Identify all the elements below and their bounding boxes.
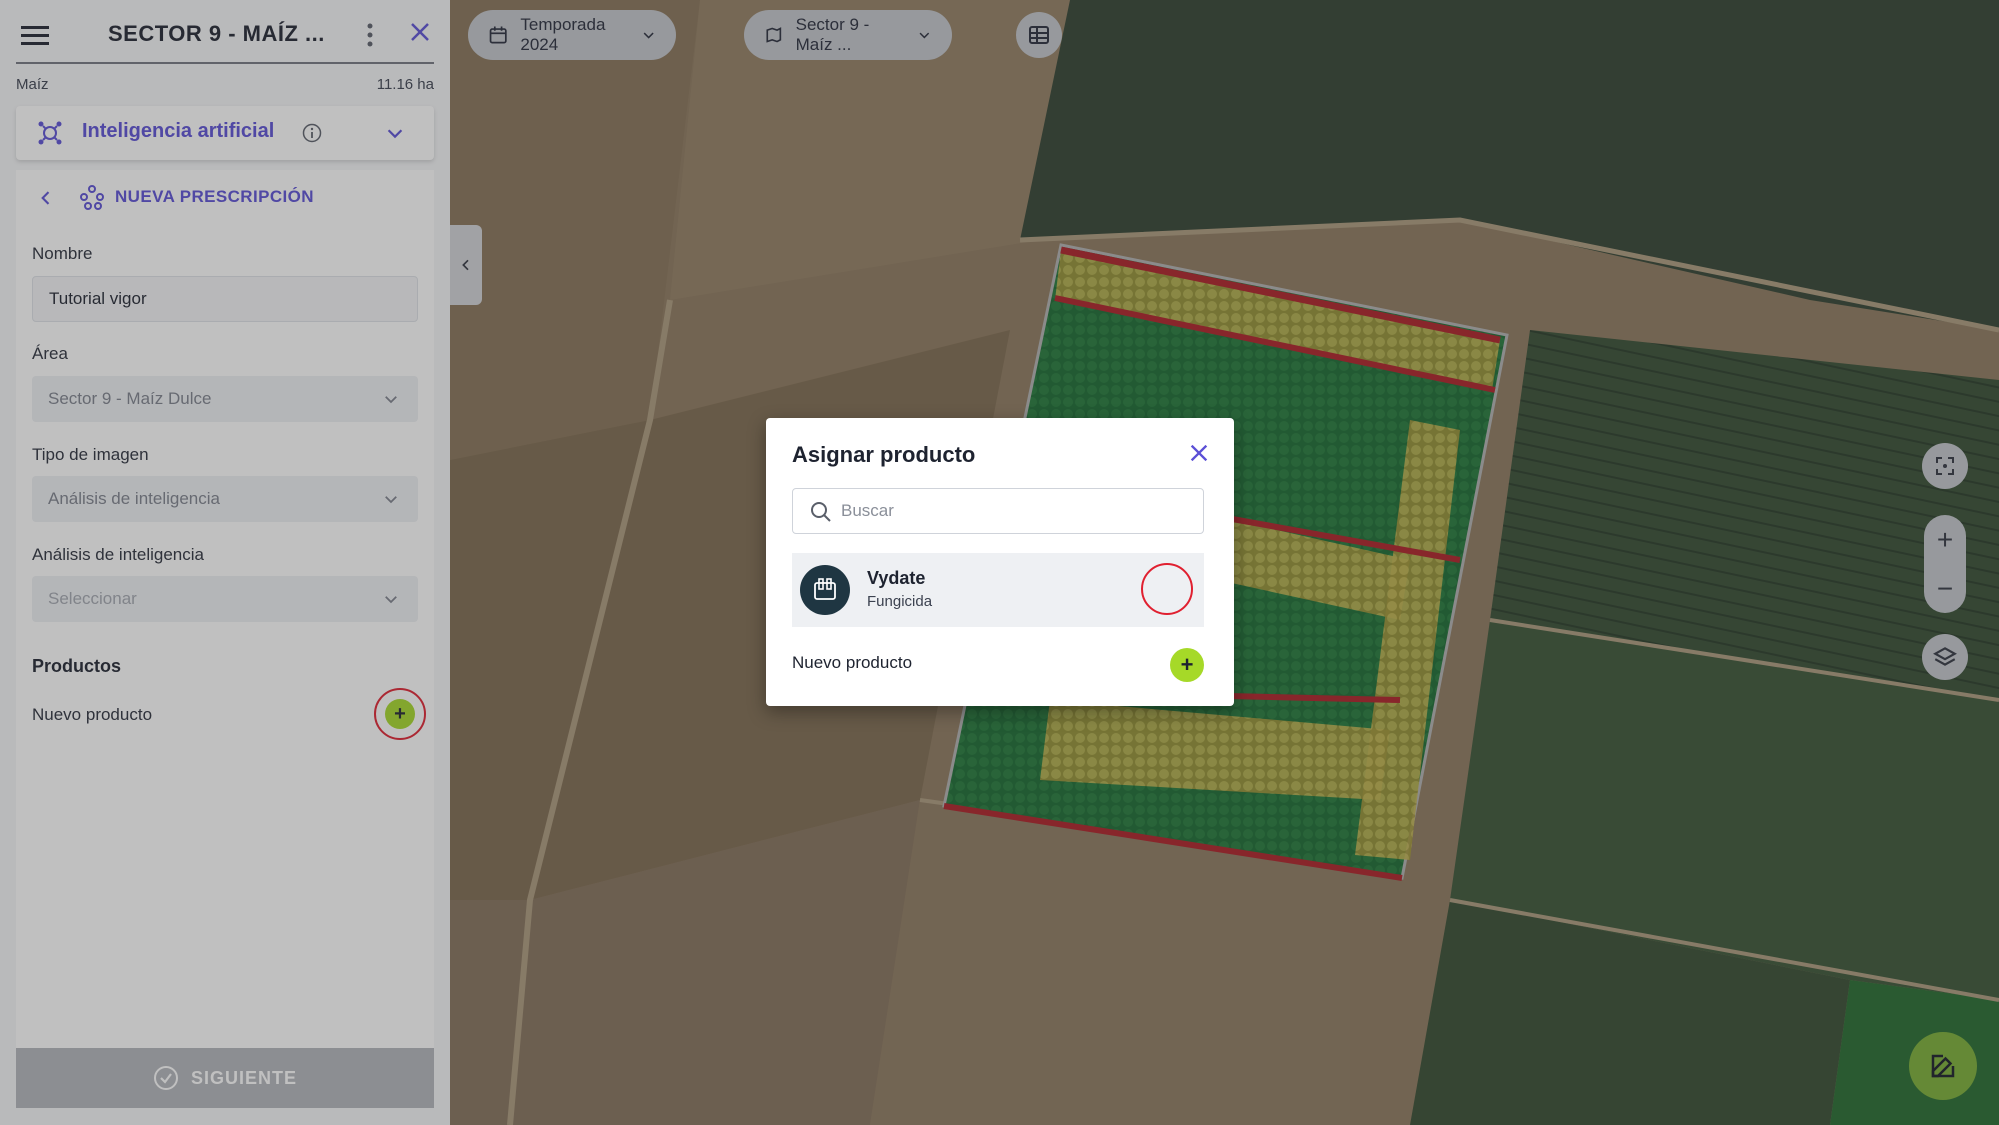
sector-label: Sector 9 - Maíz ... [795,15,870,54]
product-select-radio[interactable] [1141,563,1193,615]
edit-icon [1931,1054,1955,1078]
search-field[interactable] [792,488,1204,534]
layers-button[interactable] [1922,634,1968,680]
zoom-out-icon[interactable]: − [1937,574,1953,603]
edit-fab-button[interactable] [1909,1032,1977,1100]
table-icon [1029,26,1049,44]
chevron-left-icon [462,259,469,271]
chevron-down-icon [643,32,654,39]
collapse-sidebar-button[interactable] [450,225,482,305]
new-product-label: Nuevo producto [792,653,913,672]
product-type: Fungicida [867,593,933,610]
sector-selector[interactable]: Sector 9 - Maíz ... [744,10,952,60]
calendar-icon [489,26,507,44]
assign-product-dialog: Asignar producto Vydate Fungicida Nuevo … [766,418,1234,706]
zoom-in-icon[interactable]: + [1937,525,1953,554]
season-label: Temporada 2024 [520,15,606,54]
close-icon[interactable] [1188,442,1210,464]
sidebar-overlay [0,0,450,1125]
product-icon [814,578,836,600]
product-avatar [800,565,850,615]
zoom-controls: + − [1924,515,1966,613]
recenter-icon [1936,457,1954,475]
table-view-button[interactable] [1016,12,1062,58]
plus-icon: + [1180,652,1194,677]
chevron-down-icon [919,32,930,39]
season-selector[interactable]: Temporada 2024 [468,10,676,60]
field-map-icon [766,27,782,43]
product-name: Vydate [867,568,926,588]
new-product-add-button[interactable]: + [1170,648,1204,682]
search-icon [811,502,831,522]
recenter-button[interactable] [1922,443,1968,489]
product-list-item[interactable]: Vydate Fungicida [792,553,1204,627]
layers-icon [1933,647,1957,666]
search-input[interactable] [839,500,1179,522]
dialog-title: Asignar producto [792,442,976,467]
